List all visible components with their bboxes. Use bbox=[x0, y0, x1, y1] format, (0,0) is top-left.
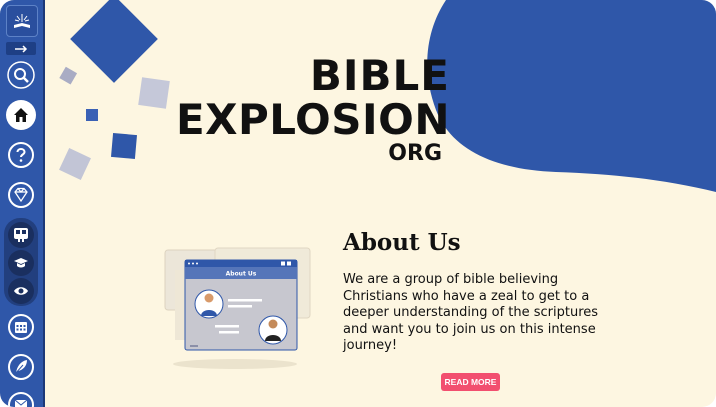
read-more-button[interactable]: READ MORE bbox=[441, 373, 500, 391]
home-icon bbox=[14, 108, 28, 122]
sidebar bbox=[0, 0, 45, 407]
calendar-icon bbox=[8, 314, 34, 340]
logo-book-icon[interactable] bbox=[6, 5, 38, 37]
nav-write[interactable] bbox=[6, 352, 36, 382]
title-org: ORG bbox=[388, 141, 442, 166]
decorative-blob bbox=[427, 0, 716, 192]
title-bible: BIBLE bbox=[309, 51, 450, 100]
nav-search[interactable] bbox=[6, 60, 36, 90]
question-icon bbox=[8, 142, 34, 168]
feather-icon bbox=[8, 354, 34, 380]
mail-icon bbox=[8, 392, 34, 407]
title-explosion: EXPLOSION bbox=[175, 95, 450, 144]
nav-gem[interactable] bbox=[6, 180, 36, 210]
about-heading: About Us bbox=[343, 229, 461, 256]
site-title: BIBLE EXPLOSION ORG bbox=[160, 54, 450, 166]
nav-view[interactable] bbox=[8, 278, 34, 304]
gem-icon bbox=[8, 182, 34, 208]
search-icon bbox=[7, 61, 35, 89]
slides-icon bbox=[14, 228, 28, 242]
graduation-cap-icon bbox=[14, 258, 28, 268]
page-frame: BIBLE EXPLOSION ORG About Us About Us We… bbox=[0, 0, 716, 407]
expand-sidebar-button[interactable] bbox=[6, 42, 36, 55]
nav-faq[interactable] bbox=[6, 140, 36, 170]
nav-mail[interactable] bbox=[6, 390, 36, 407]
about-description: We are a group of bible believing Christ… bbox=[343, 272, 599, 353]
nav-home[interactable] bbox=[6, 100, 36, 130]
arrow-right-icon bbox=[15, 44, 28, 53]
nav-calendar[interactable] bbox=[6, 312, 36, 342]
nav-slides[interactable] bbox=[8, 222, 34, 248]
eye-icon bbox=[14, 287, 28, 295]
about-illustration: About Us bbox=[164, 247, 311, 369]
illustration-window-title: About Us bbox=[226, 271, 257, 278]
nav-learn[interactable] bbox=[8, 250, 34, 276]
